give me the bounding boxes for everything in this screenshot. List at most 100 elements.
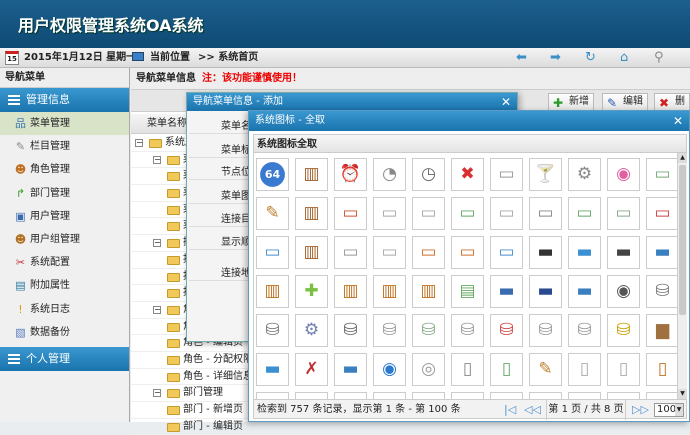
delete-button[interactable]: ✖删除 [654, 93, 690, 123]
icon-option[interactable]: ✚ [295, 275, 328, 308]
icon-option[interactable]: ◔ [373, 158, 406, 191]
icon-option[interactable]: ◎ [412, 353, 445, 386]
icon-option[interactable]: ⛁ [256, 314, 289, 347]
sidebar-item[interactable]: ▣ 用户管理 [0, 205, 129, 228]
icon-option[interactable]: ▭ [412, 392, 445, 399]
icon-option[interactable]: ▭ [568, 197, 601, 230]
scrollbar[interactable]: ▲ ▼ [677, 153, 687, 399]
icon-option[interactable]: ▆ [646, 314, 677, 347]
sidebar-item[interactable]: ! 系统日志 [0, 298, 129, 321]
icon-option[interactable]: ✖ [451, 158, 484, 191]
icon-option[interactable]: ▯ [568, 353, 601, 386]
scroll-down-icon[interactable]: ▼ [678, 389, 687, 399]
dialog-title-bar[interactable]: 导航菜单信息 - 添加 ✕ [187, 93, 517, 111]
icon-option[interactable]: ▬ [490, 275, 523, 308]
icon-option[interactable]: ◷ [412, 158, 445, 191]
icon-option[interactable]: ▬ [256, 353, 289, 386]
icon-option[interactable]: ▥ [334, 275, 367, 308]
sidebar-item[interactable]: ☻ 用户组管理 [0, 228, 129, 251]
icon-option[interactable]: ▯ [490, 353, 523, 386]
icon-option[interactable]: ▭ [646, 197, 677, 230]
icon-option[interactable]: ▯ [490, 392, 523, 399]
icon-option[interactable]: ▯ [646, 353, 677, 386]
icon-option[interactable]: ⛁ [607, 314, 640, 347]
icon-option[interactable]: ▯ [607, 353, 640, 386]
refresh-icon[interactable]: ↻ [585, 50, 596, 66]
scroll-up-icon[interactable]: ▲ [678, 153, 687, 163]
icon-option[interactable]: ▭ [490, 236, 523, 269]
icon-option[interactable]: ▭ [451, 197, 484, 230]
icon-option[interactable]: ◉ [373, 353, 406, 386]
prev-page-icon[interactable]: ◁◁ [524, 400, 541, 420]
icon-option[interactable]: ▬ [334, 353, 367, 386]
icon-option[interactable]: ▥ [373, 275, 406, 308]
close-icon[interactable]: ✕ [673, 111, 683, 131]
icon-option[interactable]: ▭ [373, 236, 406, 269]
icon-option[interactable]: ▬ [529, 275, 562, 308]
icon-option[interactable]: ▭ [256, 236, 289, 269]
section-admin-info[interactable]: 管理信息 [0, 88, 129, 112]
icon-option[interactable]: ▬ [568, 275, 601, 308]
sidebar-item[interactable]: ▤ 附加属性 [0, 274, 129, 297]
icon-option[interactable]: ▬ [646, 236, 677, 269]
icon-option[interactable]: ▥ [412, 275, 445, 308]
icon-option[interactable]: ▭ [490, 197, 523, 230]
icon-option[interactable]: ◉ [607, 275, 640, 308]
icon-option[interactable]: ▯ [568, 392, 601, 399]
close-icon[interactable]: ✕ [501, 93, 511, 111]
sidebar-item[interactable]: ☻ 角色管理 [0, 158, 129, 181]
icon-option[interactable]: ▯ [529, 392, 562, 399]
forward-arrow-icon[interactable]: ➡ [550, 50, 561, 66]
icon-option[interactable]: ▯ [451, 392, 484, 399]
search-icon[interactable]: ⚲ [654, 50, 664, 66]
icon-option[interactable]: ⛁ [451, 314, 484, 347]
icon-option[interactable]: ▥ [295, 158, 328, 191]
section-personal[interactable]: 个人管理 [0, 346, 129, 371]
icon-option[interactable]: ✗ [295, 353, 328, 386]
icon-option[interactable]: ▥ [295, 197, 328, 230]
icon-option[interactable]: ▤ [451, 275, 484, 308]
scroll-thumb[interactable] [679, 165, 686, 315]
next-page-icon[interactable]: ▷▷ [632, 400, 649, 420]
icon-option[interactable]: ▥ [295, 236, 328, 269]
edit-button[interactable]: ✎ 编辑 [602, 93, 648, 111]
icon-option[interactable]: ▬ [607, 236, 640, 269]
icon-option[interactable]: ⚙ [568, 158, 601, 191]
collapse-toggle[interactable]: − [135, 139, 143, 147]
sidebar-item[interactable]: ✎ 栏目管理 [0, 135, 129, 158]
icon-option[interactable]: ⛁ [646, 275, 677, 308]
icon-option[interactable]: ⚙ [295, 314, 328, 347]
icon-option[interactable]: ▬ [568, 236, 601, 269]
sidebar-item[interactable]: ▧ 数据备份 [0, 321, 129, 344]
icon-option[interactable]: ▯ [373, 392, 406, 399]
icon-option[interactable]: ◉ [607, 158, 640, 191]
icon-option[interactable]: ✎ [256, 197, 289, 230]
icon-option[interactable]: ▭ [529, 197, 562, 230]
collapse-toggle[interactable]: − [153, 155, 161, 164]
collapse-toggle[interactable]: − [153, 239, 161, 248]
home-icon[interactable]: ⌂ [620, 50, 628, 66]
back-arrow-icon[interactable]: ⬅ [516, 50, 527, 66]
collapse-toggle[interactable]: − [153, 305, 161, 314]
icon-option[interactable]: ⛁ [373, 314, 406, 347]
dialog-title-bar[interactable]: 系统图标 - 全取 ✕ [249, 111, 689, 131]
sidebar-item[interactable]: ↱ 部门管理 [0, 182, 129, 205]
icon-option[interactable]: ▭ [334, 197, 367, 230]
icon-option[interactable]: ⛁ [412, 314, 445, 347]
first-page-icon[interactable]: |◁ [504, 400, 516, 420]
collapse-toggle[interactable]: − [153, 389, 161, 398]
icon-option[interactable]: ▬ [529, 236, 562, 269]
icon-option[interactable]: ▭ [373, 197, 406, 230]
icon-option[interactable]: 🍸 [529, 158, 562, 191]
icon-option[interactable]: ▭ [646, 158, 677, 191]
icon-option[interactable]: ⏰ [334, 158, 367, 191]
icon-option[interactable]: ▭ [451, 236, 484, 269]
icon-option[interactable]: ▯ [646, 392, 677, 399]
icon-option[interactable]: ▯ [256, 392, 289, 399]
icon-option[interactable]: ▭ [412, 197, 445, 230]
icon-option[interactable]: ⛁ [529, 314, 562, 347]
icon-option[interactable]: ▯ [334, 392, 367, 399]
icon-option[interactable]: ⛁ [334, 314, 367, 347]
icon-option[interactable]: ▥ [256, 275, 289, 308]
icon-option[interactable]: ▯ [295, 392, 328, 399]
